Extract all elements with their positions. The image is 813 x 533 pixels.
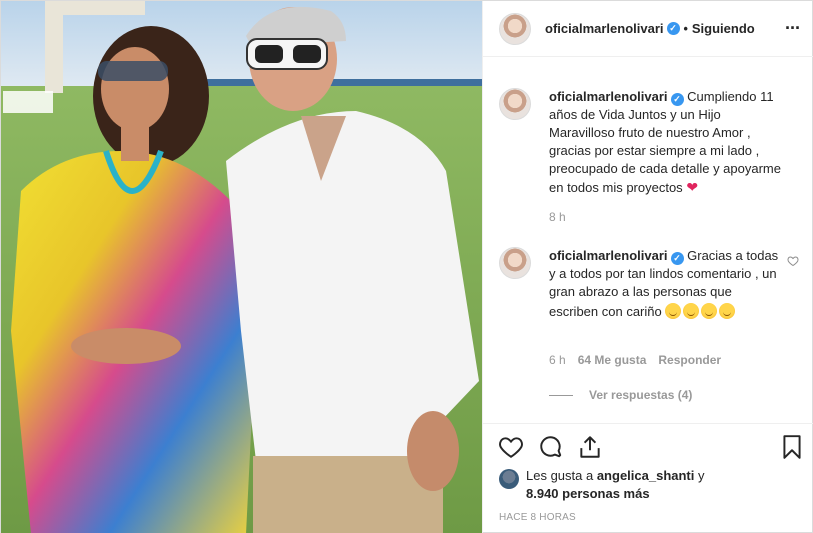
smiling-face-emoji-icon — [719, 303, 736, 319]
likes-connector: y — [694, 468, 705, 483]
likes-summary: Les gusta a angelica_shanti y 8.940 pers… — [499, 467, 799, 503]
red-heart-emoji-icon: ❤ — [686, 179, 699, 195]
post-photo[interactable] — [1, 1, 482, 533]
view-replies-button[interactable]: Ver respuestas (4) — [549, 388, 692, 402]
comment-icon[interactable] — [538, 434, 564, 460]
comment-body: oficialmarlenolivari ✓ Cumpliendo 11 años… — [549, 88, 784, 197]
comment-avatar[interactable] — [499, 247, 531, 279]
liker-avatar[interactable] — [499, 469, 519, 489]
avatar[interactable] — [499, 12, 531, 45]
header-user: oficialmarlenolivari ✓ • Siguiendo — [545, 21, 755, 36]
instagram-post: oficialmarlenolivari ✓ • Siguiendo ··· o… — [0, 0, 813, 533]
likes-count[interactable]: 8.940 personas más — [526, 486, 650, 501]
likes-prefix: Les gusta a — [526, 468, 597, 483]
comment-like-heart-icon[interactable] — [787, 255, 799, 267]
reply-button[interactable]: Responder — [658, 353, 721, 367]
comment-username[interactable]: oficialmarlenolivari — [549, 89, 668, 104]
post-header: oficialmarlenolivari ✓ • Siguiendo ··· — [483, 1, 813, 57]
comments-list: oficialmarlenolivari ✓ Cumpliendo 11 años… — [483, 58, 813, 423]
smiling-face-emoji-icon — [701, 303, 718, 319]
replies-line — [549, 394, 573, 396]
comment-meta: 6 h 64 Me gusta Responder — [549, 353, 721, 367]
smiling-face-emoji-icon — [665, 303, 682, 319]
comment-time[interactable]: 6 h — [549, 353, 566, 367]
comment-item: oficialmarlenolivari ✓ Gracias a todas y … — [499, 247, 799, 367]
post-timestamp[interactable]: HACE 8 HORAS — [499, 512, 576, 523]
verified-badge-icon: ✓ — [670, 93, 684, 106]
comment-likes[interactable]: 64 Me gusta — [578, 353, 647, 367]
share-icon[interactable] — [577, 434, 603, 460]
bookmark-icon[interactable] — [779, 434, 805, 460]
comment-avatar[interactable] — [499, 88, 531, 120]
comment-meta: 8 h — [549, 210, 566, 224]
comment-text: Cumpliendo 11 años de Vida Juntos y un H… — [549, 89, 781, 195]
view-replies-label: Ver respuestas (4) — [589, 388, 693, 402]
comment-body: oficialmarlenolivari ✓ Gracias a todas y … — [549, 247, 784, 321]
emoji-group — [665, 303, 737, 321]
comment-username[interactable]: oficialmarlenolivari — [549, 248, 668, 263]
post-photo-image — [1, 1, 482, 533]
heart-icon[interactable] — [498, 434, 524, 460]
post-panel: oficialmarlenolivari ✓ • Siguiendo ··· o… — [482, 1, 813, 533]
verified-badge-icon: ✓ — [670, 252, 684, 265]
caption-comment: oficialmarlenolivari ✓ Cumpliendo 11 años… — [499, 88, 799, 228]
more-options-icon[interactable]: ··· — [785, 19, 801, 37]
smiling-face-emoji-icon — [683, 303, 700, 319]
following-button[interactable]: Siguiendo — [692, 21, 755, 36]
comment-time[interactable]: 8 h — [549, 210, 566, 224]
liker-username[interactable]: angelica_shanti — [597, 468, 695, 483]
likes-text: Les gusta a angelica_shanti y 8.940 pers… — [499, 467, 799, 503]
action-bar — [483, 423, 813, 471]
verified-badge-icon: ✓ — [666, 22, 680, 35]
separator-dot: • — [683, 21, 688, 36]
header-username[interactable]: oficialmarlenolivari — [545, 21, 664, 36]
